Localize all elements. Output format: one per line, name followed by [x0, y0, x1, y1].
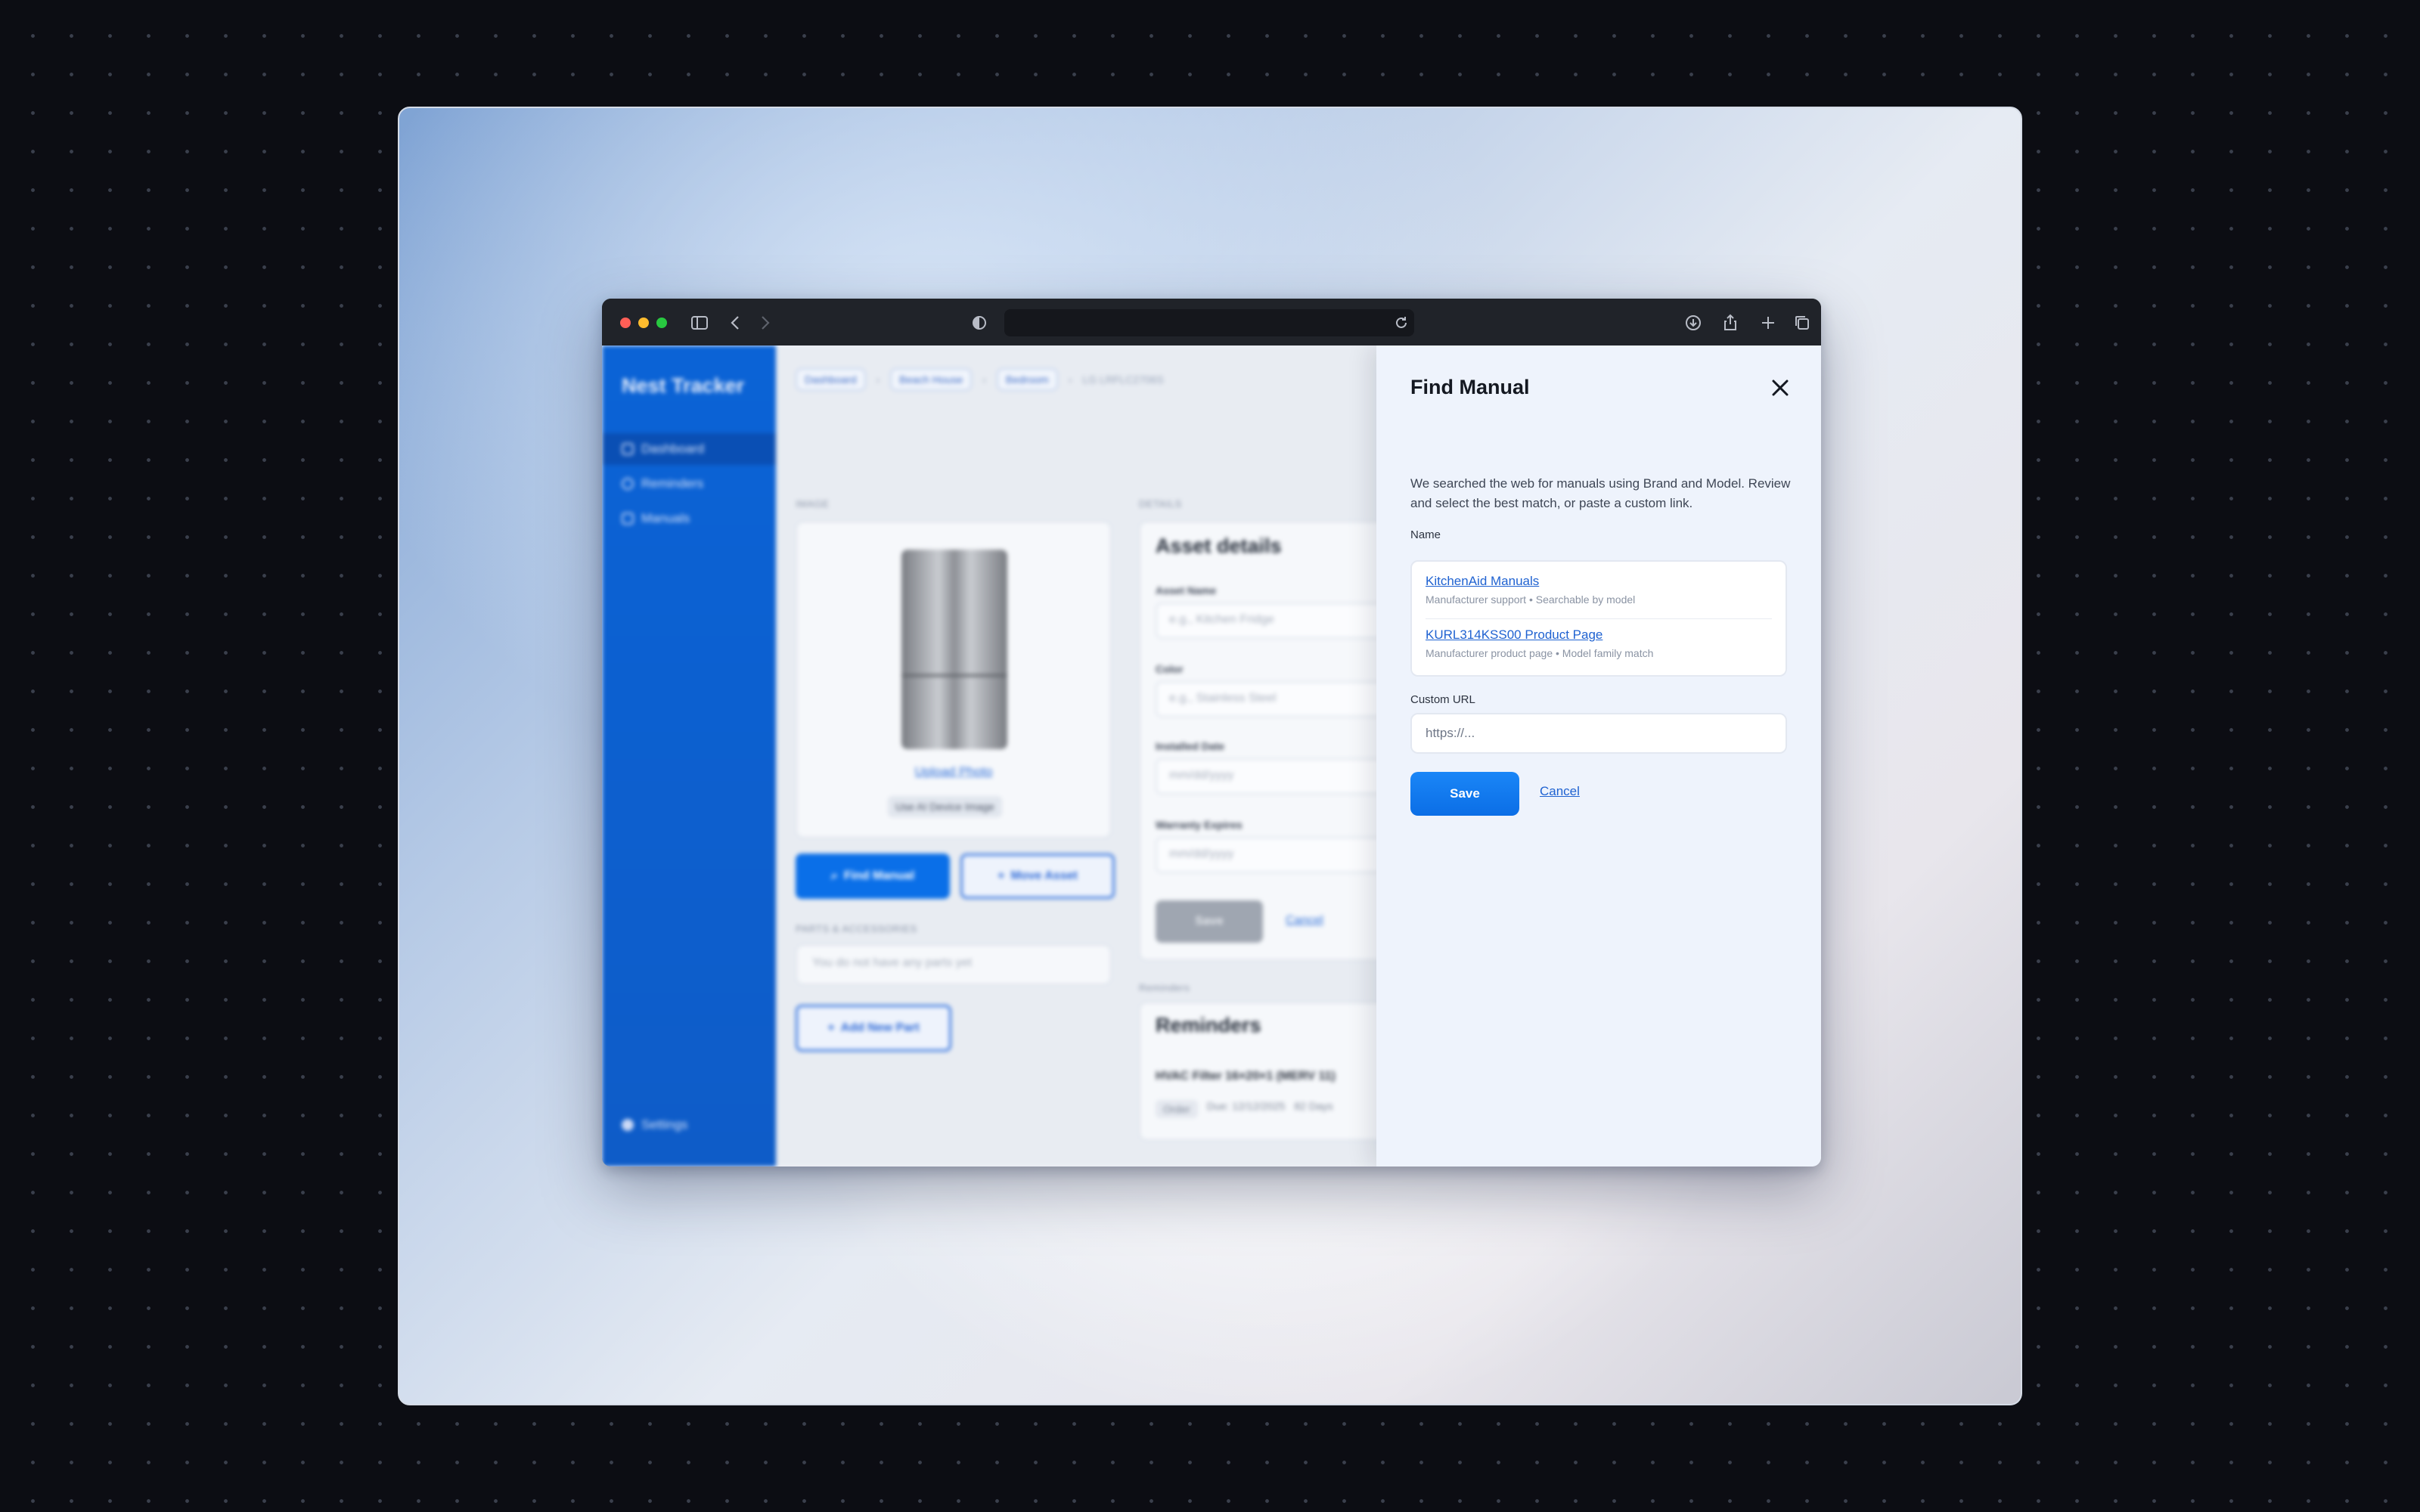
- reminder-order-button[interactable]: Order: [1156, 1100, 1198, 1118]
- result-link[interactable]: KURL314KSS00 Product Page: [1426, 627, 1653, 643]
- home-icon: [622, 443, 634, 455]
- custom-url-label: Custom URL: [1410, 693, 1475, 706]
- asset-details-title: Asset details: [1156, 534, 1282, 557]
- reminders-title: Reminders: [1156, 1014, 1261, 1036]
- reminders-section-label: Reminders: [1139, 982, 1190, 993]
- back-icon[interactable]: [726, 313, 746, 333]
- sidebar-toggle-icon[interactable]: [690, 313, 709, 333]
- plus-icon: +: [997, 869, 1005, 882]
- sidebar-item-label: Settings: [641, 1117, 688, 1132]
- image-card: Upload Photo Use AI Device Image: [796, 521, 1112, 838]
- use-ai-image-button[interactable]: Use AI Device Image: [888, 796, 1002, 817]
- breadcrumb: Dashboard › Beach House › Bedroom › LG L…: [796, 368, 1164, 391]
- reminder-item-title[interactable]: HVAC Filter 16×20×1 (MERV 11): [1156, 1070, 1336, 1083]
- reminders-card: Reminders HVAC Filter 16×20×1 (MERV 11) …: [1139, 1002, 1396, 1141]
- add-part-button[interactable]: + Add New Part: [796, 1005, 951, 1052]
- chevron-right-icon: ›: [982, 373, 986, 386]
- new-tab-icon[interactable]: [1758, 313, 1778, 333]
- chevron-right-icon: ›: [876, 373, 880, 386]
- chevron-right-icon: ›: [1068, 373, 1072, 386]
- find-manual-label: Find Manual: [843, 869, 915, 882]
- name-label: Name: [1410, 528, 1441, 541]
- result-item[interactable]: KURL314KSS00 Product Page Manufacturer p…: [1426, 627, 1653, 659]
- browser-window: Nest Tracker Dashboard Reminders Manuals: [602, 299, 1821, 1167]
- find-manual-drawer: Find Manual We searched the web for manu…: [1376, 345, 1821, 1167]
- manual-results-list: KitchenAid Manuals Manufacturer support …: [1410, 560, 1787, 677]
- breadcrumb-item[interactable]: Dashboard: [796, 368, 866, 391]
- app-brand: Nest Tracker: [622, 374, 745, 397]
- field-label: Warranty Expires: [1156, 819, 1243, 831]
- asset-photo: [901, 550, 1007, 749]
- window-controls: [620, 318, 667, 328]
- download-icon[interactable]: [1683, 313, 1703, 333]
- result-meta: Manufacturer support • Searchable by mod…: [1426, 593, 1636, 606]
- result-meta: Manufacturer product page • Model family…: [1426, 647, 1654, 659]
- details-cancel-link[interactable]: Cancel: [1286, 914, 1323, 928]
- breadcrumb-current: LG LRFLC2706S: [1082, 373, 1164, 386]
- breadcrumb-item[interactable]: Beach House: [890, 368, 973, 391]
- drawer-description: We searched the web for manuals using Br…: [1410, 476, 1791, 510]
- book-icon: [622, 513, 634, 525]
- field-label: Installed Date: [1156, 740, 1225, 752]
- custom-url-input[interactable]: [1410, 713, 1787, 754]
- plus-icon: +: [827, 1021, 835, 1034]
- reminder-days-left: 82 Days: [1294, 1100, 1333, 1112]
- sidebar-item-manuals[interactable]: Manuals: [602, 503, 776, 534]
- sidebar-item-reminders[interactable]: Reminders: [602, 468, 776, 500]
- result-item[interactable]: KitchenAid Manuals Manufacturer support …: [1426, 574, 1635, 606]
- field-label: Asset Name: [1156, 584, 1217, 596]
- asset-details-card: Asset details Asset Name e.g., Kitchen F…: [1139, 521, 1398, 961]
- browser-toolbar: [602, 299, 1821, 345]
- add-part-label: Add New Part: [840, 1021, 920, 1034]
- find-manual-button[interactable]: ⌕ Find Manual: [796, 854, 950, 899]
- sidebar-item-settings[interactable]: Settings: [602, 1109, 776, 1141]
- parts-empty-state: You do not have any parts yet: [796, 944, 1112, 985]
- move-asset-button[interactable]: + Move Asset: [960, 854, 1115, 899]
- minimize-window-button[interactable]: [638, 318, 649, 328]
- close-window-button[interactable]: [620, 318, 631, 328]
- color-field[interactable]: e.g., Stainless Steel: [1156, 681, 1398, 717]
- parts-section-label: PARTS & ACCESSORIES: [796, 923, 917, 934]
- drawer-title: Find Manual: [1410, 376, 1530, 398]
- reminder-due-date: Due: 12/12/2025: [1206, 1100, 1286, 1112]
- address-bar[interactable]: [1004, 309, 1414, 336]
- sidebar-item-dashboard[interactable]: Dashboard: [602, 433, 776, 465]
- divider: [1426, 618, 1772, 619]
- upload-photo-link[interactable]: Upload Photo: [797, 764, 1110, 779]
- details-section-label: DETAILS: [1139, 498, 1182, 510]
- share-icon[interactable]: [1720, 313, 1740, 333]
- warranty-expires-field[interactable]: mm/dd/yyyy: [1156, 837, 1398, 873]
- cancel-link[interactable]: Cancel: [1540, 784, 1580, 799]
- sidebar-item-label: Reminders: [641, 476, 704, 491]
- installed-date-field[interactable]: mm/dd/yyyy: [1156, 758, 1398, 795]
- result-link[interactable]: KitchenAid Manuals: [1426, 574, 1635, 589]
- tab-overview-icon[interactable]: [1792, 313, 1812, 333]
- sidebar-item-label: Manuals: [641, 511, 690, 525]
- details-save-button[interactable]: Save: [1156, 900, 1263, 943]
- desktop-backdrop: Nest Tracker Dashboard Reminders Manuals: [398, 107, 2022, 1405]
- sidebar: Nest Tracker Dashboard Reminders Manuals: [602, 345, 776, 1167]
- asset-name-field[interactable]: e.g., Kitchen Fridge: [1156, 603, 1398, 639]
- sidebar-item-label: Dashboard: [641, 442, 705, 456]
- save-button[interactable]: Save: [1410, 772, 1519, 816]
- search-icon: ⌕: [830, 869, 838, 882]
- bell-icon: [622, 478, 634, 490]
- reminder-meta: Order Due: 12/12/2025 82 Days: [1156, 1100, 1333, 1118]
- field-label: Color: [1156, 663, 1184, 675]
- breadcrumb-item[interactable]: Bedroom: [996, 368, 1058, 391]
- privacy-shield-icon[interactable]: [970, 313, 989, 333]
- gear-icon: [622, 1119, 634, 1131]
- move-asset-label: Move Asset: [1010, 869, 1078, 882]
- forward-icon[interactable]: [755, 313, 774, 333]
- reload-icon[interactable]: [1392, 313, 1411, 333]
- close-icon[interactable]: [1768, 376, 1792, 400]
- zoom-window-button[interactable]: [656, 318, 667, 328]
- page-content: Nest Tracker Dashboard Reminders Manuals: [602, 345, 1821, 1167]
- image-section-label: IMAGE: [796, 498, 830, 510]
